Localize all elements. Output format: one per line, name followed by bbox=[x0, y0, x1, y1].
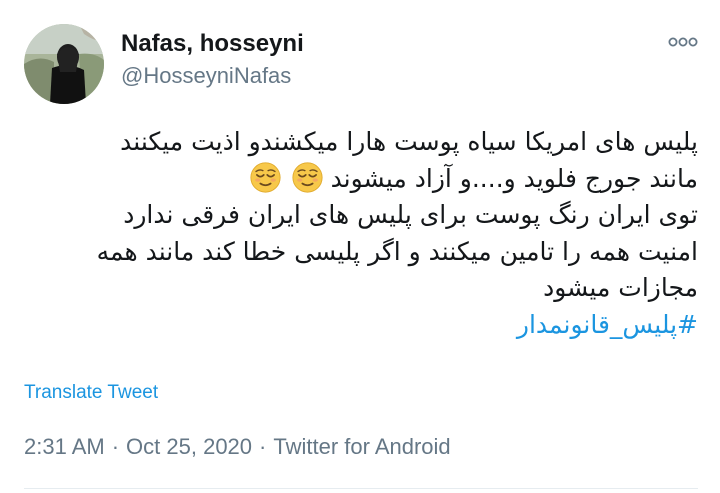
relieved-face-emoji bbox=[250, 161, 281, 193]
separator-dot: · bbox=[111, 434, 120, 459]
tweet-text-line: توی ایران رنگ پوست برای پلیس های ایران ف… bbox=[123, 200, 698, 229]
tweet-text-line: مانند جورج فلوید و....و آزاد میشوند bbox=[330, 163, 698, 193]
avatar-image bbox=[24, 24, 104, 104]
hashtag-link[interactable]: #پلیس_قانونمدار bbox=[517, 310, 698, 339]
separator-dot: · bbox=[259, 434, 267, 459]
author-display-name[interactable]: Nafas, hosseyni bbox=[121, 30, 304, 58]
translate-tweet-link[interactable]: Translate Tweet bbox=[24, 382, 158, 404]
tweet-card: Nafas, hosseyni @HosseyniNafas پلیس های … bbox=[0, 0, 720, 493]
tweet-text-line-with-emoji: مانند جورج فلوید و....و آزاد میشوند bbox=[20, 161, 698, 198]
more-options-icon[interactable] bbox=[668, 34, 698, 50]
relieved-face-emoji bbox=[292, 161, 323, 193]
hashtag-line: #پلیس_قانونمدار bbox=[20, 307, 698, 344]
tweet-text: پلیس های امریکا سیاه پوست هارا میکشندو ا… bbox=[20, 124, 698, 343]
tweet-source[interactable]: Twitter for Android bbox=[273, 434, 450, 459]
tweet-metadata: 2:31 AM · Oct 25, 2020 · Twitter for Android bbox=[24, 434, 451, 460]
tweet-text-line: امنیت همه را تامین میکنند و اگر پلیسی خط… bbox=[96, 236, 698, 266]
tweet-date[interactable]: Oct 25, 2020 bbox=[126, 434, 252, 459]
tweet-text-line: مجازات میشود bbox=[543, 273, 698, 302]
divider bbox=[24, 488, 698, 489]
author-handle[interactable]: @HosseyniNafas bbox=[121, 63, 291, 89]
tweet-time[interactable]: 2:31 AM bbox=[24, 434, 105, 459]
avatar[interactable] bbox=[24, 24, 104, 104]
tweet-text-line: پلیس های امریکا سیاه پوست هارا میکشندو ا… bbox=[120, 127, 698, 156]
